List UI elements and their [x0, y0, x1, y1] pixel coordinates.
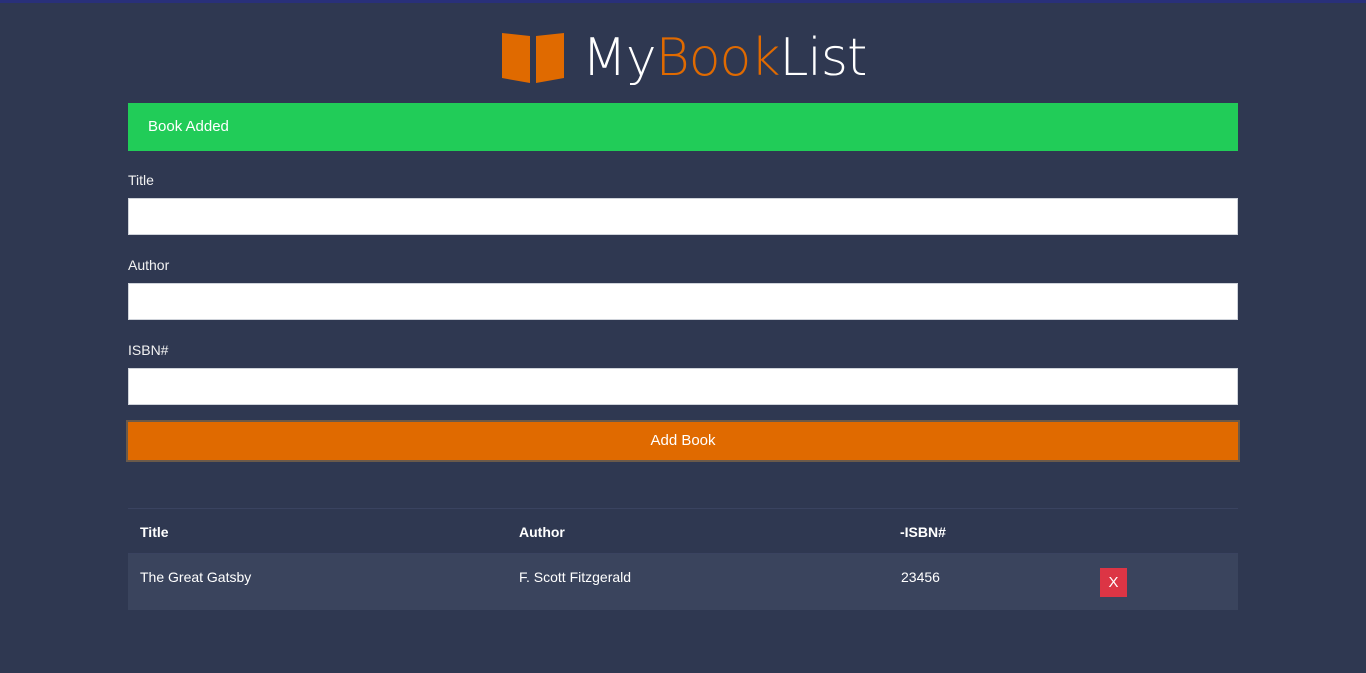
app-title: MyBookList — [582, 28, 867, 88]
author-input[interactable] — [128, 283, 1238, 320]
open-book-icon — [502, 33, 564, 83]
header-title: Title — [140, 524, 169, 540]
add-book-button[interactable]: Add Book — [126, 420, 1240, 462]
delete-button[interactable]: X — [1100, 568, 1127, 597]
header-author: Author — [519, 524, 565, 540]
app-logo: MyBookList — [500, 28, 867, 88]
title-label: Title — [128, 172, 154, 188]
top-border — [0, 0, 1366, 3]
app-title-book: Book — [655, 28, 781, 88]
cell-author: F. Scott Fitzgerald — [519, 569, 632, 585]
table-header: Title Author -ISBN# — [128, 508, 1238, 554]
success-alert: Book Added — [128, 103, 1238, 151]
header-isbn: -ISBN# — [900, 524, 946, 540]
isbn-input[interactable] — [128, 368, 1238, 405]
app-title-list: List — [779, 28, 867, 88]
isbn-label: ISBN# — [128, 342, 169, 358]
table-row: The Great Gatsby F. Scott Fitzgerald 234… — [128, 554, 1238, 610]
author-label: Author — [128, 257, 170, 273]
book-table: Title Author -ISBN# The Great Gatsby F. … — [128, 508, 1238, 610]
app-title-my: My — [582, 28, 657, 88]
cell-isbn: 23456 — [901, 569, 940, 585]
cell-title: The Great Gatsby — [140, 569, 252, 585]
title-input[interactable] — [128, 198, 1238, 235]
